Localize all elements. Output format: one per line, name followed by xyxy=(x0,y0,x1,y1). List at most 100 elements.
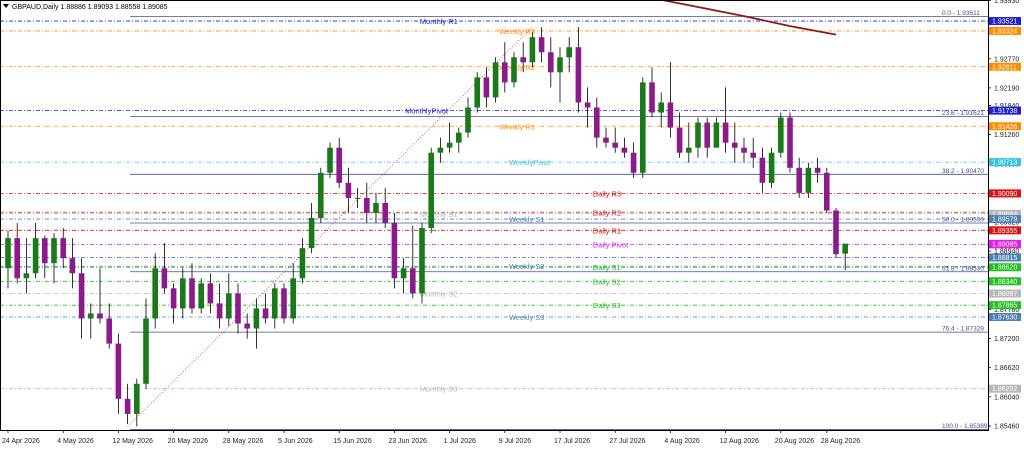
candle-body xyxy=(14,238,20,279)
pivot-label: Monthly S3 xyxy=(420,385,458,394)
candle-body xyxy=(244,323,250,329)
candle-body xyxy=(134,383,140,414)
candle-body xyxy=(842,243,848,254)
candle-body xyxy=(345,182,352,198)
candle-body xyxy=(594,107,600,138)
price-badge-label: 1.87865 xyxy=(992,303,1017,310)
pivot-label: Weekly S3 xyxy=(509,313,545,322)
y-tick-label: 1.92190 xyxy=(994,85,1019,92)
candle-body xyxy=(400,268,407,279)
x-tick-label: 24 Apr 2026 xyxy=(2,438,40,445)
candle-body xyxy=(824,172,830,211)
candle-body xyxy=(428,152,434,229)
candle-body xyxy=(198,283,204,309)
candle-body xyxy=(272,288,278,319)
fib-label: 23.6 - 1.91621 xyxy=(942,110,984,117)
candle-body xyxy=(88,313,94,319)
candle-body xyxy=(833,210,839,255)
candle-body xyxy=(290,278,296,319)
candle-body xyxy=(483,77,490,98)
y-tick-label: 1.87200 xyxy=(994,336,1019,343)
fib-label: 38.2 - 1.90470 xyxy=(942,168,984,175)
candle-body xyxy=(382,202,388,224)
x-tick-label: 20 Aug 2026 xyxy=(775,438,814,445)
candle-body xyxy=(308,218,315,249)
y-tick-label: 1.91260 xyxy=(994,132,1019,139)
price-badge-label: 1.90090 xyxy=(992,191,1017,198)
x-tick-label: 27 Jul 2026 xyxy=(609,438,645,445)
pivot-label: Monthly S1 xyxy=(420,210,458,219)
pivot-label: Weekly R3 xyxy=(499,27,535,36)
candle-body xyxy=(814,167,821,173)
candle-body xyxy=(410,268,416,294)
price-badge-label: 1.88620 xyxy=(992,265,1017,272)
y-tick-label: 1.85460 xyxy=(994,423,1019,430)
candle-body xyxy=(51,238,57,264)
candle-body xyxy=(584,102,591,108)
price-badge-label: 1.88097 xyxy=(992,291,1017,298)
candle-body xyxy=(502,62,508,83)
x-tick-label: 28 May 2026 xyxy=(223,438,264,445)
x-tick-label: 12 Aug 2026 xyxy=(720,438,759,445)
chart-title: GBPAUD,Daily 1.88886 1.89093 1.88558 1.8… xyxy=(12,4,168,11)
candle-body xyxy=(529,37,536,63)
candle-body xyxy=(511,57,517,83)
chart-window[interactable]: Monthly R1 Weekly R3 Weekly R2 MonthlyPivot… xyxy=(0,0,1024,449)
price-badge-label: 1.93521 xyxy=(992,19,1017,26)
candle-body xyxy=(391,223,398,279)
x-tick-label: 4 May 2026 xyxy=(57,438,94,445)
price-badge-label: 1.89355 xyxy=(992,228,1017,235)
candle-body xyxy=(741,147,747,153)
pivot-label: Daily R3 xyxy=(593,189,621,198)
candle-body xyxy=(805,167,812,193)
candle-body xyxy=(474,77,480,108)
candle-body xyxy=(456,132,462,143)
x-tick-label: 23 Jun 2026 xyxy=(388,438,427,445)
candle-body xyxy=(686,147,692,153)
candle-body xyxy=(161,268,168,289)
candle-body xyxy=(759,157,766,183)
candle-body xyxy=(318,172,324,219)
candle-body xyxy=(42,238,48,264)
candle-body xyxy=(538,37,545,53)
candle-body xyxy=(253,308,260,329)
candle-body xyxy=(768,152,775,183)
candle-body xyxy=(170,288,177,309)
x-tick-label: 9 Jul 2026 xyxy=(499,438,531,445)
candle-body xyxy=(722,122,729,143)
candle-body xyxy=(262,308,269,319)
candle-body xyxy=(649,82,655,113)
candle-body xyxy=(78,273,85,319)
fib-label: 61.8 - 1.88530 xyxy=(942,265,984,272)
candle-body xyxy=(419,228,425,294)
y-tick-label: 1.93930 xyxy=(994,0,1019,5)
candle-body xyxy=(621,147,628,153)
x-tick-label: 1 Jul 2026 xyxy=(444,438,476,445)
pivot-label: Daily R1 xyxy=(593,226,621,235)
pivot-label: Monthly S2 xyxy=(420,290,458,299)
candle-body xyxy=(189,278,195,309)
candle-body xyxy=(373,202,379,213)
y-tick-label: 1.86620 xyxy=(994,365,1019,372)
fib-label: 100.0 - 1.85389 xyxy=(942,423,988,430)
candle-body xyxy=(180,278,186,309)
candle-body xyxy=(704,122,710,148)
pivot-label: Weekly S2 xyxy=(509,262,545,271)
x-tick-label: 28 Aug 2026 xyxy=(821,438,860,445)
candle-body xyxy=(97,313,103,319)
candle-body xyxy=(732,142,738,148)
x-tick-label: 20 May 2026 xyxy=(168,438,209,445)
candle-body xyxy=(152,268,158,319)
x-tick-label: 17 Jul 2026 xyxy=(554,438,590,445)
pivot-label: Daily R2 xyxy=(593,208,621,217)
y-tick-label: 1.92770 xyxy=(994,56,1019,63)
candle-body xyxy=(796,167,802,193)
candle-body xyxy=(640,82,646,173)
pivot-label: Daily S3 xyxy=(593,301,621,310)
candle-body xyxy=(143,318,149,384)
candle-body xyxy=(778,117,784,153)
price-chart[interactable]: Monthly R1Weekly R3Weekly R2MonthlyPivot… xyxy=(0,0,1024,449)
pivot-label: Weekly R1 xyxy=(499,122,535,131)
price-badge-label: 1.92611 xyxy=(992,64,1017,71)
price-badge-label: 1.91426 xyxy=(992,124,1017,131)
